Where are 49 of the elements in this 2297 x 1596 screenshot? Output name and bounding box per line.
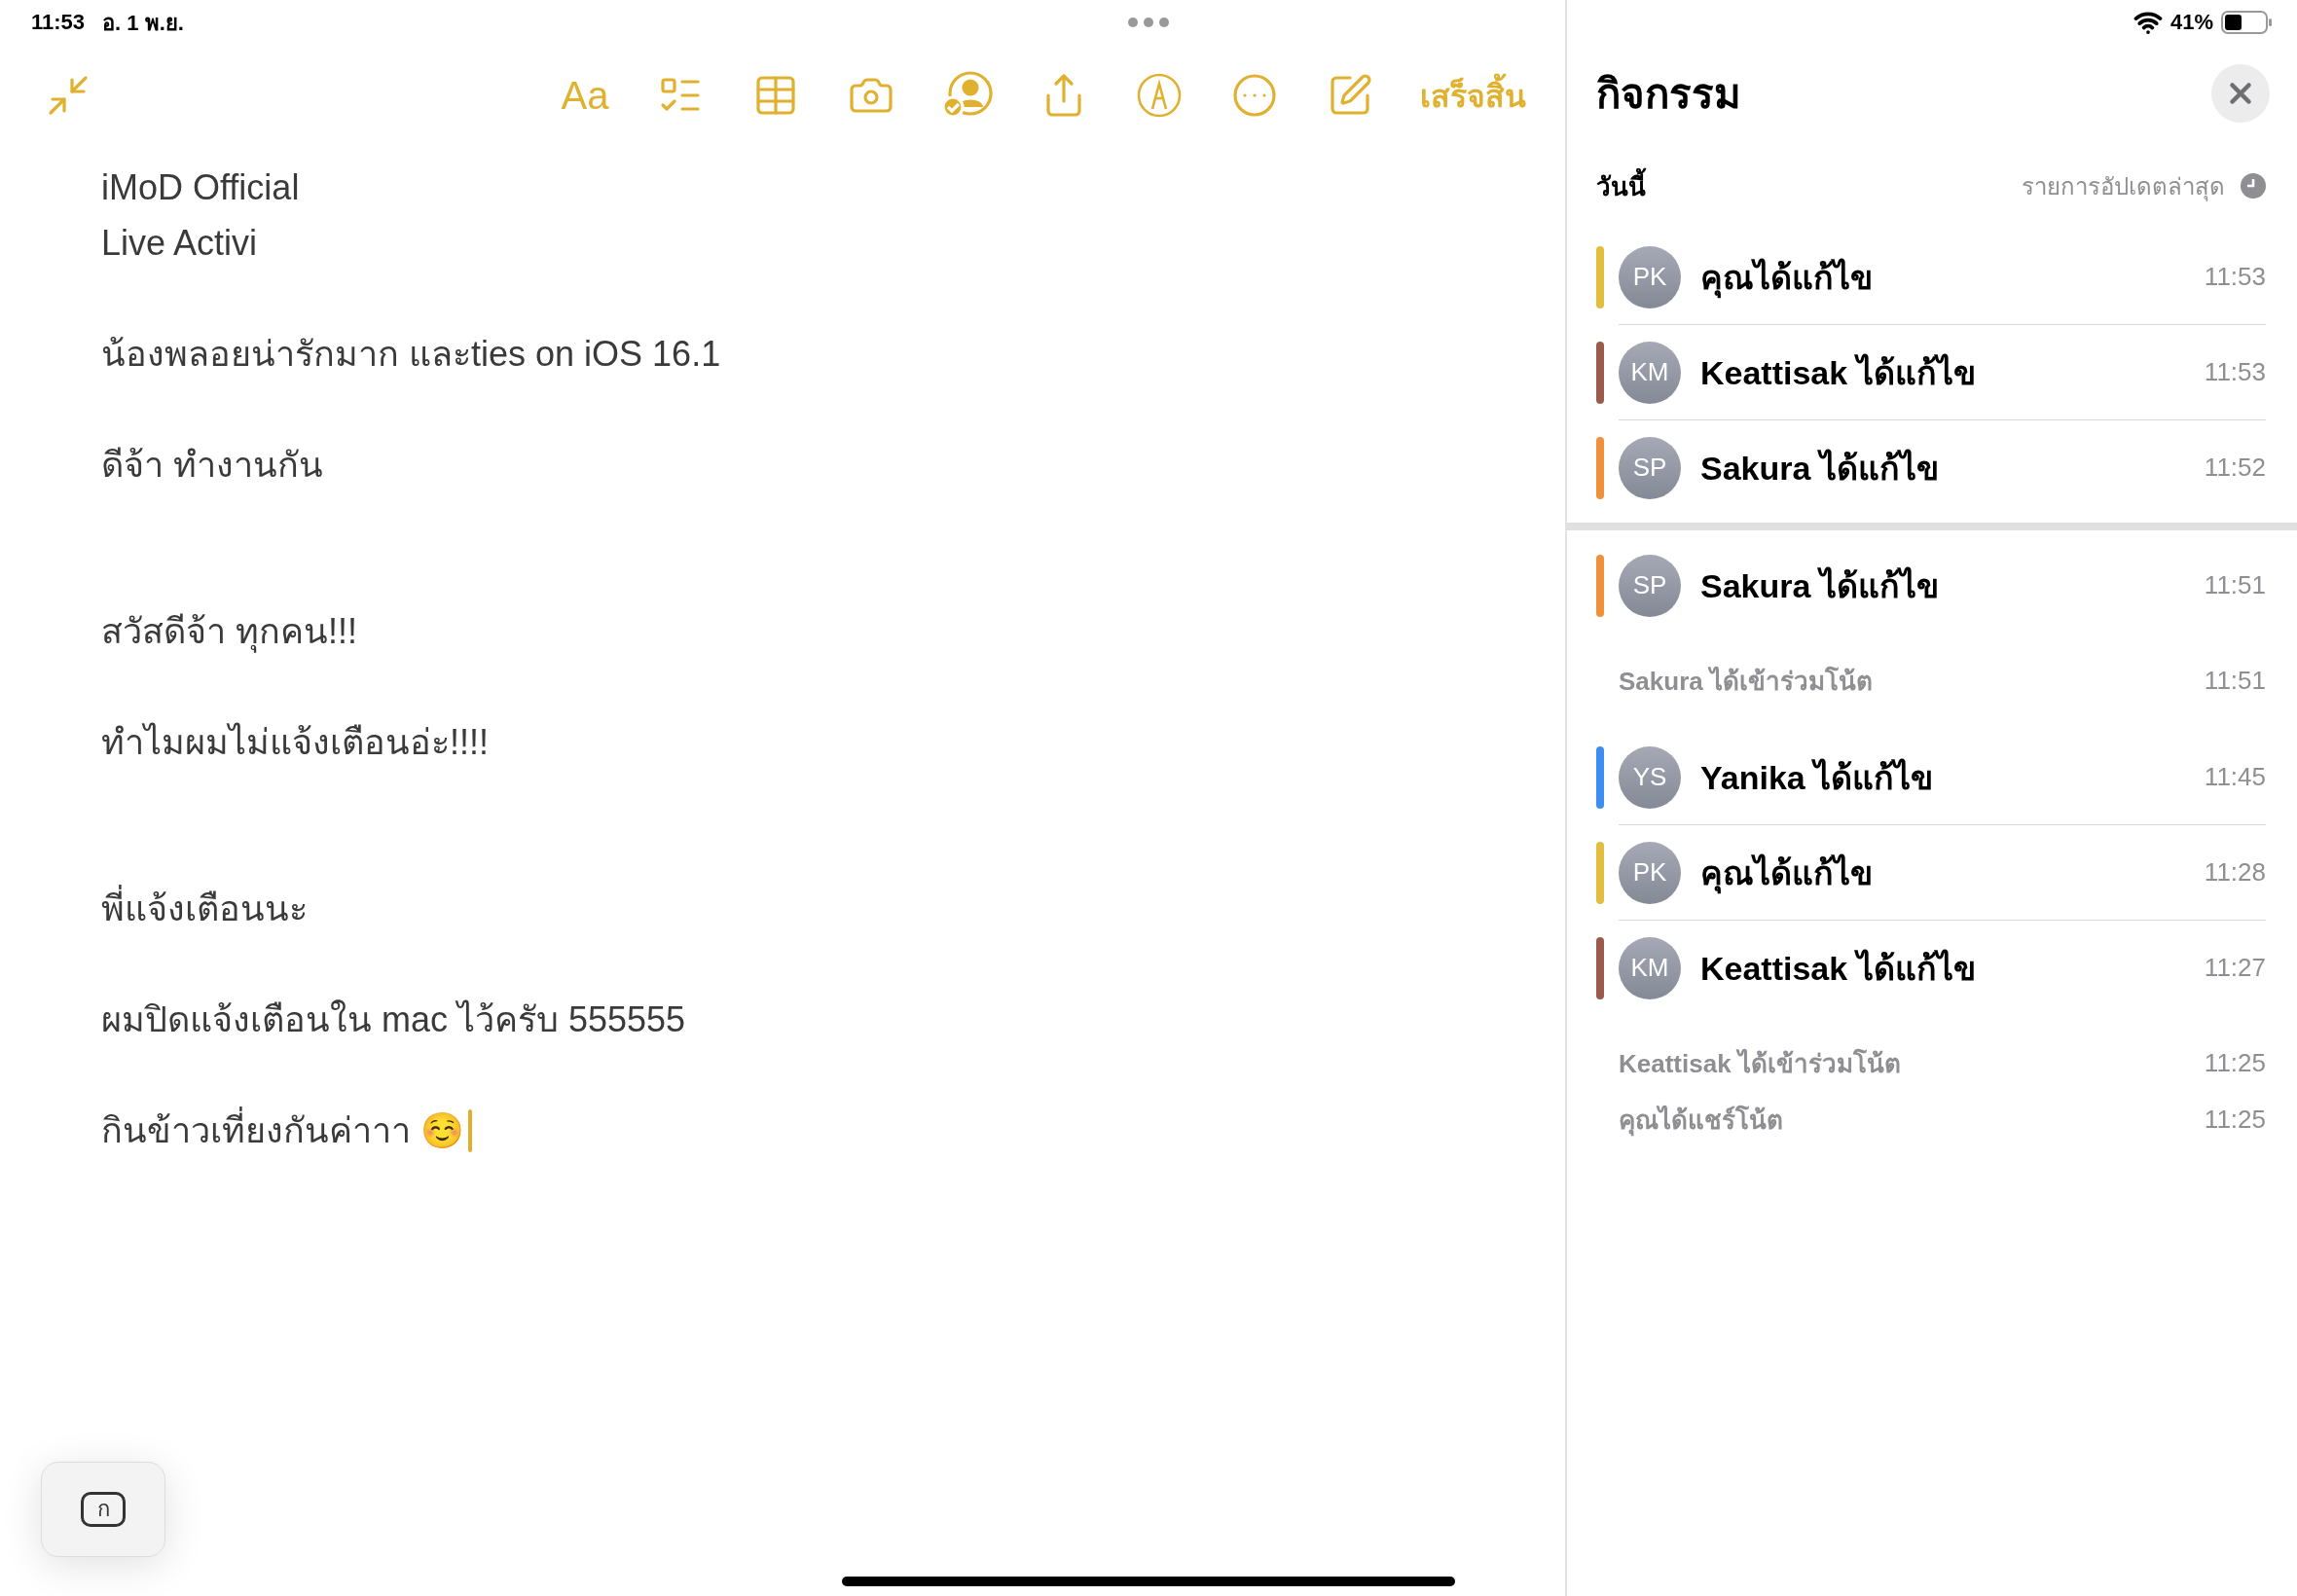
activity-text: Keattisak ได้เข้าร่วมโน้ต [1619, 1047, 1901, 1080]
activity-time: 11:53 [2204, 262, 2266, 292]
activity-time: 11:25 [2204, 1047, 2266, 1078]
activity-time: 11:28 [2204, 857, 2266, 888]
note-line: ผมปิดแจ้งเตือนใน mac ไว้ครับ 555555 [101, 998, 686, 1041]
activity-time: 11:45 [2204, 762, 2266, 792]
status-date: อ. 1 พ.ย. [102, 9, 184, 37]
panel-title: กิจกรรม [1596, 70, 1741, 119]
activity-text: คุณได้แก้ไข [1700, 846, 1873, 899]
activity-time: 11:25 [2204, 1104, 2266, 1135]
activity-text: คุณได้แชร์โน้ต [1619, 1104, 1783, 1139]
avatar: PK [1619, 841, 1681, 904]
activity-time: 11:52 [2204, 453, 2266, 483]
note-line: ทำไมผมไม่แจ้งเตือนอ่ะ!!!! [101, 721, 489, 764]
activity-time: 11:27 [2204, 953, 2266, 983]
done-button[interactable]: เสร็จสิ้น [1420, 68, 1526, 123]
activity-text: คุณได้แก้ไข [1700, 250, 1873, 304]
text-cursor [468, 1108, 472, 1152]
sort-label: รายการอัปเดตล่าสุด [2022, 171, 2225, 203]
note-line: สวัสดีจ้า ทุกคน!!! [101, 610, 357, 655]
activity-text: Sakura ได้เข้าร่วมโน้ต [1619, 665, 1873, 698]
note-line: Live Activi [101, 222, 258, 265]
activity-text: Sakura ได้แก้ไข [1700, 448, 1939, 489]
activity-text: Keattisak ได้แก้ไข [1700, 352, 1976, 393]
note-line: iMoD Official [101, 166, 300, 209]
clock-icon[interactable] [2241, 173, 2266, 199]
activity-time: 11:51 [2204, 570, 2266, 600]
note-line: พี่แจ้งเตือนนะ [101, 881, 308, 936]
status-time: 11:53 [31, 10, 86, 35]
avatar: PK [1619, 245, 1681, 308]
avatar: KM [1619, 341, 1681, 404]
note-line: น้องพลอยน่ารักมาก และties on iOS 16.1 [101, 333, 721, 376]
avatar: KM [1619, 936, 1681, 999]
avatar: YS [1619, 745, 1681, 809]
note-line: กินข้าวเที่ยงกันค่าาา ☺ [101, 1103, 464, 1158]
note-line: ดีจ้า ทำงานกัน [101, 444, 323, 487]
day-heading: วันนี้ [1596, 165, 1646, 206]
activity-text: Keattisak ได้แก้ไข [1700, 948, 1976, 989]
activity-time: 11:53 [2204, 357, 2266, 387]
activity-text: Sakura ได้แก้ไข [1700, 565, 1939, 606]
battery-icon [2221, 11, 2274, 34]
multitask-dots-icon[interactable] [1127, 17, 1170, 28]
format-button[interactable]: Aa [560, 68, 610, 123]
battery-percent: 41% [2169, 10, 2213, 35]
activity-time: 11:51 [2204, 665, 2266, 696]
keyboard-button[interactable]: ก [41, 1462, 165, 1557]
avatar: SP [1619, 554, 1681, 617]
avatar: SP [1619, 436, 1681, 499]
activity-text: Yanika ได้แก้ไข [1700, 757, 1934, 798]
